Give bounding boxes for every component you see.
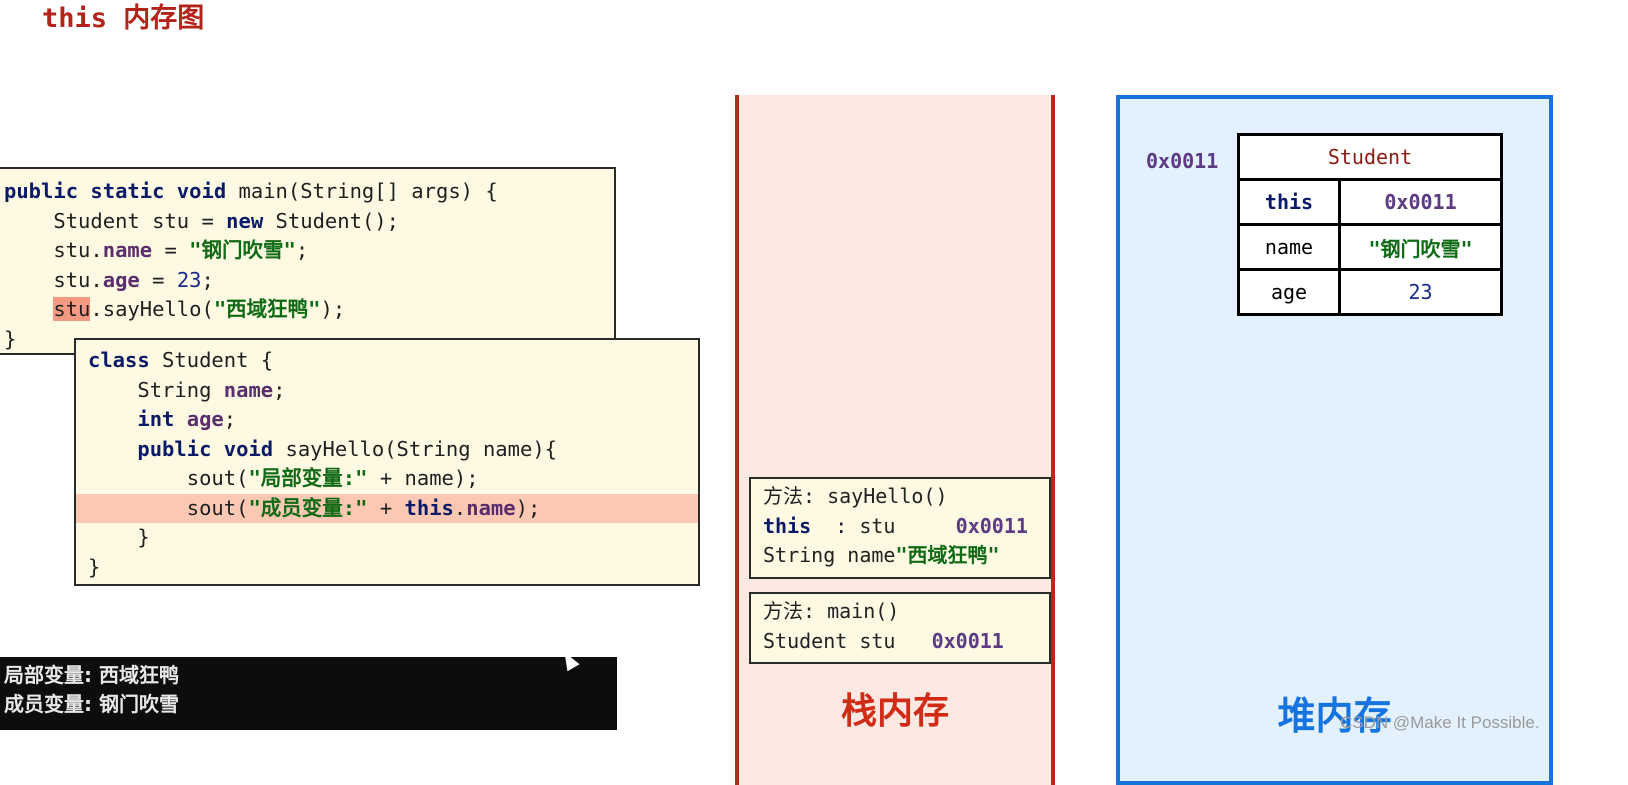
object-value: 23: [1338, 268, 1503, 316]
student-class-code: class Student { String name; int age; pu…: [74, 338, 700, 586]
code-token: }: [88, 525, 150, 549]
watermark: CSDN @Make It Possible.: [1340, 713, 1540, 732]
code-line: }: [88, 523, 698, 553]
object-row: age 23: [1237, 268, 1503, 316]
stack-label: 栈内存: [840, 691, 949, 732]
code-line: int age;: [88, 405, 698, 435]
code-token: Student();: [263, 208, 399, 233]
frame-method-label: 方法: sayHello(): [763, 484, 948, 508]
object-key: this: [1237, 178, 1341, 226]
code-line: sout("局部变量:" + name);: [88, 464, 698, 494]
code-token: + name);: [367, 466, 479, 490]
object-key: name: [1237, 223, 1341, 271]
code-token: =: [139, 267, 177, 292]
code-line: public static void main(String[] args) {: [4, 177, 614, 207]
code-token: age: [102, 267, 140, 292]
code-token: );: [515, 495, 541, 520]
code-line: class Student {: [88, 346, 698, 376]
stack-frame-sayhello: 方法: sayHello() this : stu 0x0011 String na…: [749, 477, 1051, 579]
object-address: 0x0011: [1146, 149, 1219, 173]
code-token: ;: [273, 377, 286, 402]
stack-frame-main: 方法: main() Student stu 0x0011: [749, 592, 1051, 664]
code-token: sout(: [88, 466, 249, 490]
code-token: age: [186, 407, 224, 431]
this-keyword: this: [763, 513, 812, 538]
code-token: sayHello(String name){: [273, 436, 558, 461]
object-class-name: Student: [1237, 133, 1503, 181]
slide-title: this 内存图: [42, 0, 204, 35]
code-token: int: [137, 407, 175, 431]
code-token: =: [152, 238, 190, 262]
code-token: );: [320, 297, 346, 321]
code-token: public void: [137, 436, 274, 461]
code-line: stu.name = "钢门吹雪";: [4, 236, 614, 266]
code-token: new: [226, 208, 264, 233]
console-line: 局部变量: 西域狂鸭: [4, 663, 179, 687]
code-token: stu.: [4, 267, 103, 292]
code-token: .: [453, 495, 467, 520]
frame-var-row: Student stu 0x0011: [763, 627, 1049, 657]
object-row: name "钢门吹雪": [1237, 223, 1503, 271]
object-value: "钢门吹雪": [1338, 223, 1503, 271]
code-token: String: [88, 377, 224, 402]
code-token: stu.: [4, 238, 103, 262]
code-token: +: [367, 495, 405, 520]
code-token: .sayHello(: [90, 297, 214, 321]
code-token: name: [102, 238, 153, 262]
main-method-code: public static void main(String[] args) {…: [0, 167, 616, 355]
code-line: Student stu = new Student();: [4, 207, 614, 237]
frame-this-row: this : stu 0x0011: [763, 512, 1049, 542]
code-token: Student {: [149, 348, 274, 372]
code-token: "局部变量:": [248, 466, 368, 490]
heap-memory: 0x0011 Student this 0x0011 name "钢门吹雪" a…: [1116, 95, 1553, 785]
var-decl: Student stu: [763, 628, 932, 653]
code-token: ;: [201, 267, 214, 292]
console-output: 局部变量: 西域狂鸭 成员变量: 钢门吹雪: [0, 657, 617, 730]
this-address: 0x0011: [955, 513, 1028, 538]
code-token: stu: [53, 297, 91, 321]
code-line: sout("成员变量:" + this.name);: [76, 493, 698, 524]
console-line: 成员变量: 钢门吹雪: [4, 692, 179, 716]
param-decl: String name: [763, 543, 896, 567]
var-address: 0x0011: [931, 628, 1004, 653]
code-token: 23: [176, 267, 202, 292]
code-token: public static void: [4, 179, 227, 203]
this-ref: : stu: [811, 513, 956, 538]
code-line: }: [88, 553, 698, 583]
object-value: 0x0011: [1338, 178, 1503, 226]
frame-param-row: String name"西域狂鸭": [763, 541, 1049, 571]
code-token: class: [88, 348, 150, 372]
code-line: stu.age = 23;: [4, 266, 614, 296]
title-text: 内存图: [123, 3, 205, 34]
code-token: }: [88, 554, 101, 579]
code-line: public void sayHello(String name){: [88, 435, 698, 465]
code-token: name: [466, 495, 516, 520]
code-line: String name;: [88, 376, 698, 406]
code-token: sout(: [88, 495, 249, 520]
title-keyword: this: [42, 3, 108, 34]
code-token: name: [223, 377, 274, 402]
code-line: stu.sayHello("西域狂鸭");: [4, 295, 614, 325]
object-row: this 0x0011: [1237, 178, 1503, 226]
student-object: Student this 0x0011 name "钢门吹雪" age 23: [1237, 133, 1503, 316]
code-token: main(String[] args) {: [226, 179, 498, 203]
code-token: "西域狂鸭": [213, 297, 321, 321]
code-token: "钢门吹雪": [189, 238, 296, 262]
frame-method-label: 方法: main(): [763, 599, 900, 623]
param-value: "西域狂鸭": [895, 543, 1000, 567]
code-token: this: [404, 495, 454, 520]
code-token: ;: [295, 238, 309, 262]
object-key: age: [1237, 268, 1341, 316]
code-token: "成员变量:": [248, 495, 368, 520]
code-token: Student stu =: [4, 208, 227, 233]
code-token: }: [4, 326, 17, 351]
code-token: ;: [223, 407, 237, 431]
stack-memory: 方法: sayHello() this : stu 0x0011 String na…: [735, 95, 1055, 785]
